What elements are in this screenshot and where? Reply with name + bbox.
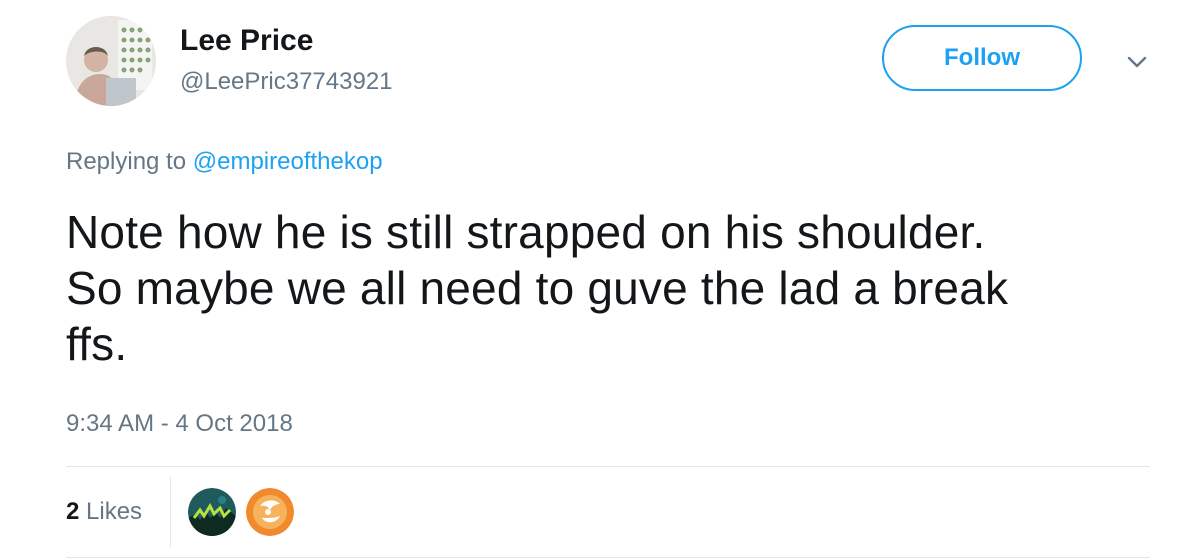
- liker-avatar-dark-green-icon: [188, 488, 236, 536]
- divider: [66, 466, 1150, 467]
- tweet-text-line: Note how he is still strapped on his sho…: [66, 206, 986, 258]
- tweet-text-line: So maybe we all need to guve the lad a b…: [66, 262, 1009, 314]
- likes-count: 2: [66, 498, 80, 525]
- liker-avatar-orange-icon: [246, 488, 294, 536]
- author-display-name[interactable]: Lee Price: [180, 24, 313, 58]
- divider: [66, 557, 1150, 558]
- likes-label: Likes: [86, 498, 143, 525]
- tweet-menu-button[interactable]: [1124, 52, 1150, 72]
- author-avatar[interactable]: [66, 16, 156, 106]
- replying-to-label: Replying to: [66, 148, 187, 175]
- tweet-text-line: ffs.: [66, 318, 128, 370]
- liker-avatar[interactable]: [188, 488, 236, 536]
- author-handle[interactable]: @LeePric37743921: [180, 68, 393, 96]
- likes-link[interactable]: 2 Likes: [66, 498, 142, 526]
- divider: [170, 476, 171, 548]
- tweet-card: Lee Price @LeePric37743921 Follow Replyi…: [0, 0, 1200, 560]
- profile-photo-icon: [66, 16, 156, 106]
- tweet-text: Note how he is still strapped on his sho…: [66, 204, 1166, 372]
- follow-button[interactable]: Follow: [882, 25, 1082, 91]
- reply-mention-link[interactable]: @empireofthekop: [193, 148, 383, 175]
- replying-to: Replying to @empireofthekop: [66, 148, 383, 176]
- tweet-timestamp[interactable]: 9:34 AM - 4 Oct 2018: [66, 410, 293, 438]
- liker-avatar[interactable]: [246, 488, 294, 536]
- chevron-down-icon: [1127, 56, 1147, 68]
